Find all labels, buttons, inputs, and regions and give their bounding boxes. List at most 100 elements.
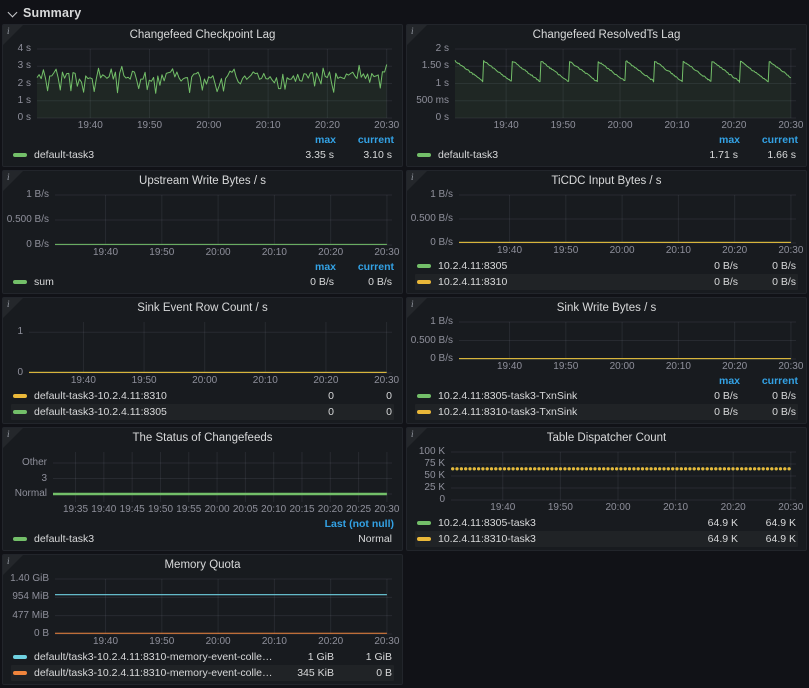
panel-title[interactable]: Sink Write Bytes / s xyxy=(407,298,806,317)
legend-row: default-task33.35 s3.10 s xyxy=(11,147,394,163)
x-axis-tick-label: 20:05 xyxy=(233,504,258,515)
legend-series-label[interactable]: default-task3-10.2.4.11:8310 xyxy=(34,390,276,402)
y-axis-tick-label: 3 xyxy=(3,473,47,485)
panel-info-icon[interactable]: i xyxy=(3,555,23,575)
x-axis-tick-label: 19:40 xyxy=(497,245,522,256)
y-axis-tick-label: 0 xyxy=(3,367,23,379)
summary-row-header[interactable]: Summary xyxy=(0,0,809,24)
legend-series-swatch-icon[interactable] xyxy=(417,394,431,398)
panel-changefeed-checkpoint-lag: iChangefeed Checkpoint Lag0 s1 s2 s3 s4 … xyxy=(2,24,403,167)
legend-header-cell[interactable]: current xyxy=(740,375,798,387)
legend-header: Last (not null) xyxy=(11,517,394,531)
legend-series-label[interactable]: default-task3 xyxy=(34,533,308,545)
panel-ticdc-input-bytes: iTiCDC Input Bytes / s0 B/s0.500 B/s1 B/… xyxy=(406,170,807,294)
legend-series-swatch-icon[interactable] xyxy=(417,264,431,268)
x-axis-tick-label: 20:25 xyxy=(346,504,371,515)
legend-series-swatch-icon[interactable] xyxy=(417,537,431,541)
x-axis-tick-label: 20:00 xyxy=(196,120,221,131)
panel-info-icon[interactable]: i xyxy=(3,298,23,318)
panel-title[interactable]: Sink Event Row Count / s xyxy=(3,298,402,317)
panel-info-icon[interactable]: i xyxy=(3,171,23,191)
panel-title[interactable]: Table Dispatcher Count xyxy=(407,428,806,447)
legend-series-label[interactable]: sum xyxy=(34,276,276,288)
legend-series-swatch-icon[interactable] xyxy=(417,410,431,414)
x-axis-tick-label: 20:30 xyxy=(778,245,803,256)
legend-series-swatch-icon[interactable] xyxy=(13,410,27,414)
legend-value: 64.9 K xyxy=(680,517,738,529)
legend-header-cell[interactable]: max xyxy=(682,134,740,146)
legend-header-cell[interactable]: current xyxy=(336,134,394,146)
panel-status-of-changefeeds: iThe Status of ChangefeedsNormal3Other19… xyxy=(2,427,403,551)
x-axis-tick-label: 19:50 xyxy=(548,502,573,513)
x-axis-tick-label: 20:10 xyxy=(261,504,286,515)
legend-series-label[interactable]: 10.2.4.11:8305-task3 xyxy=(438,517,680,529)
x-axis-tick-label: 20:20 xyxy=(722,361,747,372)
panel-title[interactable]: Changefeed Checkpoint Lag xyxy=(3,25,402,44)
legend-series-label[interactable]: default/task3-10.2.4.11:8310-memory-even… xyxy=(34,667,276,679)
panel-title[interactable]: The Status of Changefeeds xyxy=(3,428,402,447)
legend-series-swatch-icon[interactable] xyxy=(13,394,27,398)
legend: default-task3-10.2.4.11:831000default-ta… xyxy=(3,388,402,423)
legend-series-label[interactable]: 10.2.4.11:8305 xyxy=(438,260,680,272)
legend-header: maxcurrent xyxy=(11,260,394,274)
chart-status-of-changefeeds: Normal3Other19:3519:4019:4519:5019:5520:… xyxy=(3,447,402,517)
legend-series-label[interactable]: default-task3 xyxy=(438,149,680,161)
x-axis-tick-label: 19:50 xyxy=(551,120,576,131)
legend-header-cell[interactable]: current xyxy=(740,134,798,146)
panel-info-icon[interactable]: i xyxy=(3,25,23,45)
panel-info-icon[interactable]: i xyxy=(407,25,427,45)
x-axis-tick-label: 20:10 xyxy=(256,120,281,131)
legend-series-swatch-icon[interactable] xyxy=(13,280,27,284)
chart-table-dispatcher-count: 025 K50 K75 K100 K19:4019:5020:0020:1020… xyxy=(407,447,806,515)
legend-series-swatch-icon[interactable] xyxy=(13,655,27,659)
legend-header-cell[interactable]: Last (not null) xyxy=(310,518,394,530)
legend-series-swatch-icon[interactable] xyxy=(13,537,27,541)
legend-header: maxcurrent xyxy=(415,133,798,147)
panel-info-icon[interactable]: i xyxy=(407,298,427,318)
legend-series-label[interactable]: default-task3-10.2.4.11:8305 xyxy=(34,406,276,418)
y-axis-tick-label: 2 s xyxy=(3,78,31,90)
panel-title[interactable]: Memory Quota xyxy=(3,555,402,574)
legend-series-swatch-icon[interactable] xyxy=(417,280,431,284)
legend-header-cell[interactable]: current xyxy=(336,261,394,273)
legend-series-label[interactable]: default-task3 xyxy=(34,149,276,161)
legend-row: sum0 B/s0 B/s xyxy=(11,274,394,290)
legend-series-swatch-icon[interactable] xyxy=(13,671,27,675)
panel-info-icon[interactable]: i xyxy=(407,428,427,448)
legend-header-cell[interactable]: max xyxy=(278,134,336,146)
legend-series-swatch-icon[interactable] xyxy=(417,521,431,525)
panel-title[interactable]: Upstream Write Bytes / s xyxy=(3,171,402,190)
y-axis-tick-label: 25 K xyxy=(407,482,445,494)
legend-row: default/task3-10.2.4.11:8310-memory-even… xyxy=(11,665,394,681)
legend-series-label[interactable]: 10.2.4.11:8310 xyxy=(438,276,680,288)
legend: maxcurrentdefault-task31.71 s1.66 s xyxy=(407,133,806,166)
y-axis-tick-label: 0 xyxy=(407,494,445,506)
panel-info-icon[interactable]: i xyxy=(407,171,427,191)
legend-series-label[interactable]: default/task3-10.2.4.11:8310-memory-even… xyxy=(34,651,276,663)
panel-sink-event-row-count: iSink Event Row Count / s0119:4019:5020:… xyxy=(2,297,403,424)
x-axis-tick-label: 19:40 xyxy=(494,120,519,131)
chart-sink-event-row-count: 0119:4019:5020:0020:1020:2020:30 xyxy=(3,317,402,388)
panel-table-dispatcher-count: iTable Dispatcher Count025 K50 K75 K100 … xyxy=(406,427,807,551)
y-axis-tick-label: 954 MiB xyxy=(3,591,49,603)
panel-title[interactable]: TiCDC Input Bytes / s xyxy=(407,171,806,190)
legend-header-cell[interactable]: max xyxy=(682,375,740,387)
x-axis-tick-label: 20:10 xyxy=(262,247,287,258)
legend-series-swatch-icon[interactable] xyxy=(417,153,431,157)
legend-header-cell[interactable]: max xyxy=(278,261,336,273)
panel-title[interactable]: Changefeed ResolvedTs Lag xyxy=(407,25,806,44)
x-axis-tick-label: 20:10 xyxy=(666,245,691,256)
legend-series-label[interactable]: 10.2.4.11:8305-task3-TxnSink xyxy=(438,390,680,402)
panel-info-icon[interactable]: i xyxy=(3,428,23,448)
x-axis-tick-label: 19:40 xyxy=(490,502,515,513)
panel-column-left: iChangefeed Checkpoint Lag0 s1 s2 s3 s4 … xyxy=(2,24,403,685)
x-axis-tick-label: 19:45 xyxy=(120,504,145,515)
x-axis-tick-label: 19:50 xyxy=(553,245,578,256)
legend-series-label[interactable]: 10.2.4.11:8310-task3 xyxy=(438,533,680,545)
y-axis-tick-label: 1.50 s xyxy=(407,60,449,72)
legend-series-swatch-icon[interactable] xyxy=(13,153,27,157)
legend-value: 0 B/s xyxy=(276,276,334,288)
legend-value: 3.35 s xyxy=(276,149,334,161)
legend: 10.2.4.11:8305-task364.9 K64.9 K10.2.4.1… xyxy=(407,515,806,550)
legend-series-label[interactable]: 10.2.4.11:8310-task3-TxnSink xyxy=(438,406,680,418)
